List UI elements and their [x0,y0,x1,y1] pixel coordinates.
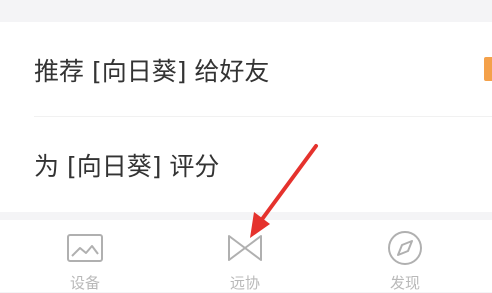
remote-assist-icon [228,235,262,261]
tab-devices-label: 设备 [69,274,100,292]
tab-remote-assist-label: 远协 [229,274,260,292]
recommend-to-friend-label: 推荐 [向日葵] 给好友 [34,56,270,86]
image-frame-icon [67,234,103,262]
rate-app-item[interactable]: 为 [向日葵] 评分 [0,117,492,212]
tab-devices[interactable]: 设备 [25,220,145,292]
settings-list: 推荐 [向日葵] 给好友 为 [向日葵] 评分 [0,22,492,212]
compass-icon [388,231,422,265]
recommend-to-friend-item[interactable]: 推荐 [向日葵] 给好友 [0,22,492,117]
tab-discover-label: 发现 [389,274,420,292]
section-divider [0,212,492,220]
rate-app-label: 为 [向日葵] 评分 [34,151,220,181]
tab-discover[interactable]: 发现 [345,220,465,292]
recommend-accent-mark [484,57,492,81]
bottom-tab-bar: 设备 远协 发现 [0,220,492,292]
tab-remote-assist[interactable]: 远协 [185,220,305,292]
top-gap [0,0,492,22]
